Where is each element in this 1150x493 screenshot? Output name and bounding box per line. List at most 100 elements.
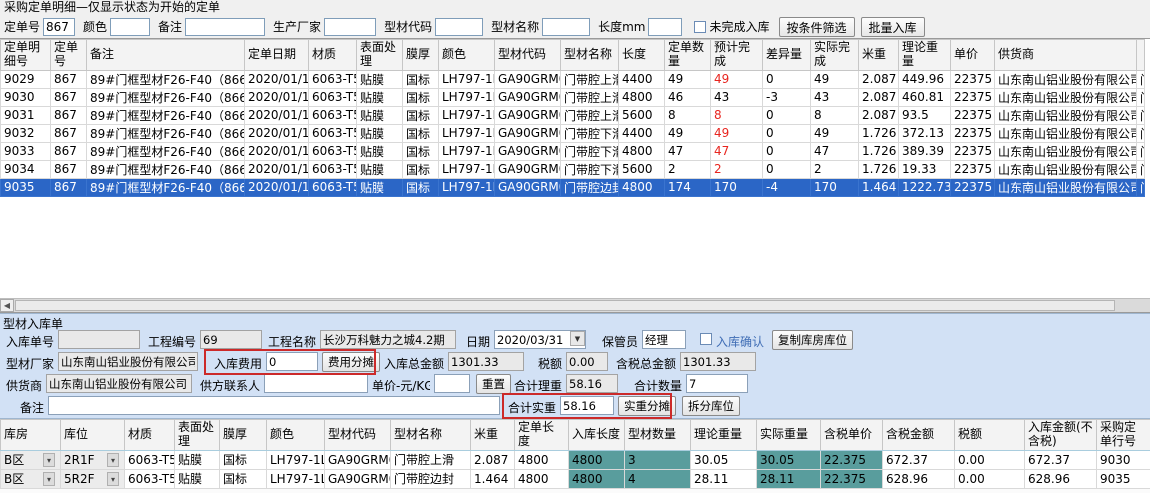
note-field[interactable] (48, 396, 500, 415)
column-header[interactable]: 表面处理 (175, 420, 220, 451)
column-header[interactable]: 实际完成 (811, 40, 859, 71)
copy-location-button[interactable]: 复制库房库位 (772, 330, 853, 350)
column-header[interactable]: 入库长度 (569, 420, 625, 451)
column-header[interactable]: 颜色 (439, 40, 495, 71)
filter-by-condition-button[interactable]: 按条件筛选 (779, 17, 855, 37)
order-grid-hscrollbar[interactable]: ◀ (0, 298, 1150, 312)
column-header[interactable]: 型材代码 (495, 40, 561, 71)
column-header[interactable]: 米重 (859, 40, 899, 71)
date-picker[interactable]: ▼ (494, 330, 586, 349)
unfinished-checkbox[interactable] (694, 21, 706, 33)
column-header[interactable]: 理论重量 (899, 40, 951, 71)
tax-field[interactable] (566, 352, 608, 371)
inbound-items-grid[interactable]: 库房库位材质表面处理膜厚颜色型材代码型材名称米重定单长度入库长度型材数量理论重量… (0, 419, 1150, 489)
order-row[interactable]: 903286789#门框型材F26-F40（866*867）2020/01/13… (1, 124, 1145, 142)
inbound-fee-field[interactable] (266, 352, 318, 371)
combo-arrow-icon[interactable]: ▾ (43, 453, 55, 467)
inbound-no-field[interactable] (58, 330, 140, 349)
column-header[interactable]: 含税单价 (821, 420, 883, 451)
column-header[interactable]: 定单日期 (245, 40, 309, 71)
calendar-dropdown-icon[interactable]: ▼ (570, 331, 585, 346)
remark-input[interactable] (185, 18, 265, 36)
cell: 49 (665, 124, 711, 142)
supplier-contact-field[interactable] (264, 374, 368, 393)
column-header[interactable]: 米重 (471, 420, 515, 451)
combo-arrow-icon[interactable]: ▾ (107, 453, 119, 467)
column-header[interactable]: 型材名称 (391, 420, 471, 451)
cell: 4800 (569, 469, 625, 488)
manufacturer-input[interactable] (324, 18, 376, 36)
order-row[interactable]: 903486789#门框型材F26-F40（866*867）2020/01/13… (1, 160, 1145, 178)
inbound-item-row[interactable]: B区▾5R2F▾6063-T5贴膜国标LH797-1LL0GA90GRM05门带… (1, 469, 1150, 488)
column-header[interactable]: 定单数量 (665, 40, 711, 71)
order-row[interactable]: 902986789#门框型材F26-F40（866*867）2020/01/13… (1, 70, 1145, 88)
column-header[interactable]: 实际重量 (757, 420, 821, 451)
inbound-confirm-checkbox[interactable] (700, 333, 712, 345)
column-header[interactable]: 供货商 (995, 40, 1137, 71)
column-header[interactable]: 长度 (619, 40, 665, 71)
inbound-total-field[interactable] (448, 352, 524, 371)
cell[interactable]: 2R1F▾ (61, 450, 125, 469)
column-header[interactable]: 库房 (1, 420, 61, 451)
combo-arrow-icon[interactable]: ▾ (107, 472, 119, 486)
keeper-field[interactable] (642, 330, 686, 349)
inbound-item-row[interactable]: B区▾2R1F▾6063-T5贴膜国标LH797-1LL0GA90GRM03门带… (1, 450, 1150, 469)
column-header[interactable]: 理论重量 (691, 420, 757, 451)
split-location-button[interactable]: 拆分库位 (682, 396, 740, 416)
total-qty-field[interactable] (686, 374, 748, 393)
column-header[interactable]: 库位 (61, 420, 125, 451)
column-header[interactable]: 材质 (125, 420, 175, 451)
column-header[interactable]: 单价 (951, 40, 995, 71)
column-header[interactable]: 定单长度 (515, 420, 569, 451)
cell[interactable]: B区▾ (1, 469, 61, 488)
factory-field[interactable] (58, 352, 198, 371)
combo-arrow-icon[interactable]: ▾ (43, 472, 55, 486)
order-no-input[interactable] (43, 18, 75, 36)
column-header[interactable]: 备注 (87, 40, 245, 71)
supplier-field[interactable] (46, 374, 192, 393)
order-row[interactable]: 903086789#门框型材F26-F40（866*867）2020/01/13… (1, 88, 1145, 106)
column-header[interactable]: 定单号 (51, 40, 87, 71)
order-detail-grid[interactable]: 定单明细号定单号备注定单日期材质表面处理膜厚颜色型材代码型材名称长度定单数量预计… (0, 39, 1145, 197)
column-header[interactable]: 膜厚 (220, 420, 267, 451)
cell: 4800 (619, 178, 665, 196)
tax-incl-total-field[interactable] (680, 352, 756, 371)
column-header[interactable]: 差异量 (763, 40, 811, 71)
column-header[interactable]: 采购定单行号 (1097, 420, 1150, 451)
column-header[interactable]: 含税金额 (883, 420, 955, 451)
hscroll-thumb[interactable] (15, 300, 1115, 311)
profile-name-input[interactable] (542, 18, 590, 36)
column-header[interactable]: 预计完成 (711, 40, 763, 71)
column-header[interactable]: 入库金额(不含税) (1025, 420, 1097, 451)
profile-code-label: 型材代码 (384, 18, 432, 35)
project-no-field[interactable] (200, 330, 262, 349)
column-header[interactable]: 定单明细号 (1, 40, 51, 71)
inbound-form-row-1: 入库单号 工程编号 工程名称 日期 ▼ 保管员 入库确认 复制库房库位 (0, 330, 1150, 352)
order-row[interactable]: 903386789#门框型材F26-F40（866*867）2020/01/13… (1, 142, 1145, 160)
column-header[interactable]: 税额 (955, 420, 1025, 451)
order-row[interactable]: 903186789#门框型材F26-F40（866*867）2020/01/13… (1, 106, 1145, 124)
column-header[interactable]: 型材数量 (625, 420, 691, 451)
profile-code-input[interactable] (435, 18, 483, 36)
actual-weight-split-button[interactable]: 实重分摊 (618, 396, 676, 416)
column-header[interactable]: 材质 (309, 40, 357, 71)
column-header[interactable]: 颜色 (267, 420, 325, 451)
length-input[interactable] (648, 18, 682, 36)
column-header[interactable]: 型材代码 (325, 420, 391, 451)
fee-split-button[interactable]: 费用分摊 (322, 352, 380, 372)
order-row[interactable]: 903586789#门框型材F26-F40（866*867）2020/01/13… (1, 178, 1145, 196)
cell[interactable]: 5R2F▾ (61, 469, 125, 488)
color-input[interactable] (110, 18, 150, 36)
reset-button[interactable]: 重置 (476, 374, 511, 394)
column-header[interactable]: 表面处理 (357, 40, 403, 71)
tax-label: 税额 (534, 355, 562, 372)
cell[interactable]: B区▾ (1, 450, 61, 469)
scroll-left-icon[interactable]: ◀ (0, 299, 14, 312)
total-actual-weight-field[interactable] (560, 396, 614, 415)
total-theory-weight-field[interactable] (566, 374, 618, 393)
unit-price-field[interactable] (434, 374, 470, 393)
column-header[interactable]: 型材名称 (561, 40, 619, 71)
project-name-field[interactable] (320, 330, 456, 349)
batch-inbound-button[interactable]: 批量入库 (861, 17, 925, 37)
column-header[interactable]: 膜厚 (403, 40, 439, 71)
